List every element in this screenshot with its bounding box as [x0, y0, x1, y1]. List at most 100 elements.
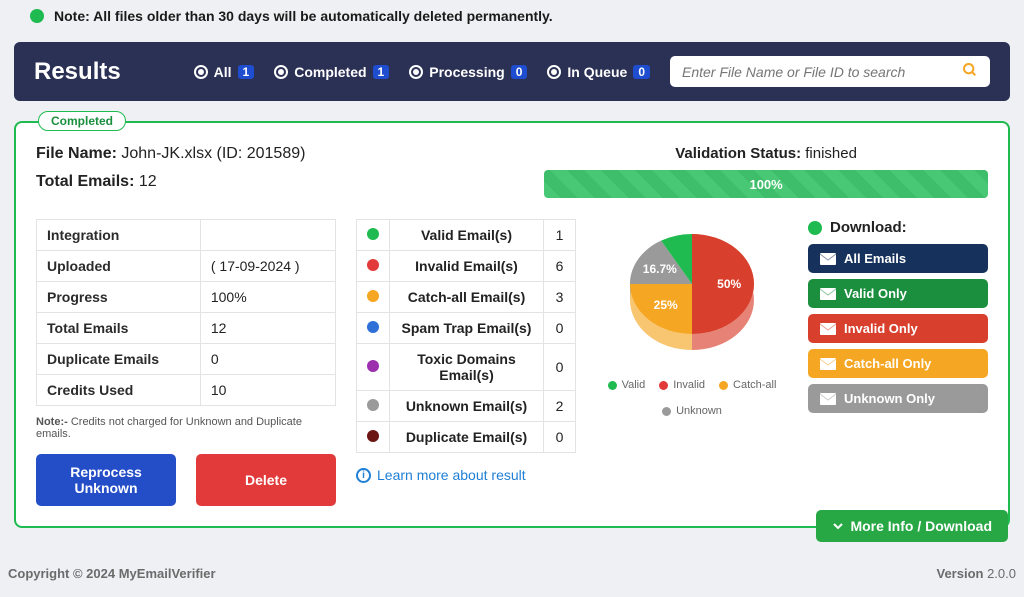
copyright: Copyright © 2024 MyEmailVerifier: [8, 566, 216, 581]
notice-dot-icon: [30, 9, 44, 23]
filter-all[interactable]: All1: [194, 64, 255, 80]
table-row: Duplicate Emails0: [37, 344, 336, 375]
table-row: Toxic Domains Email(s)0: [357, 344, 576, 391]
legend-label: Invalid: [673, 379, 705, 391]
download-invalid-only[interactable]: Invalid Only: [808, 314, 988, 343]
chart-column: 50%25%16.7% ValidInvalidCatch-allUnknown: [596, 219, 788, 417]
reprocess-button[interactable]: Reprocess Unknown: [36, 454, 176, 506]
cat-label: Valid Email(s): [390, 220, 544, 251]
footer: Copyright © 2024 MyEmailVerifier Version…: [0, 538, 1024, 591]
download-heading: Download:: [808, 219, 988, 236]
legend-label: Valid: [622, 379, 646, 391]
cat-dot: [357, 220, 390, 251]
download-column: Download: All Emails Valid Only Invalid On…: [808, 219, 988, 419]
svg-text:25%: 25%: [654, 298, 678, 312]
download-all-emails[interactable]: All Emails: [808, 244, 988, 273]
radio-icon: [547, 65, 561, 79]
legend-label: Unknown: [676, 405, 722, 417]
meta-value: 100%: [200, 282, 335, 313]
file-name-label: File Name:: [36, 145, 117, 162]
download-catch-all-only[interactable]: Catch-all Only: [808, 349, 988, 378]
download-label: Catch-all Only: [844, 356, 931, 371]
cat-count: 0: [544, 313, 576, 344]
cat-count: 1: [544, 220, 576, 251]
download-label: Invalid Only: [844, 321, 918, 336]
learn-more-text: Learn more about result: [377, 467, 526, 483]
learn-more-link[interactable]: i Learn more about result: [356, 467, 576, 483]
envelope-icon: [820, 393, 836, 404]
info-icon: i: [356, 468, 371, 483]
notice-text: Note: All files older than 30 days will …: [54, 8, 553, 24]
meta-key: Duplicate Emails: [37, 344, 201, 375]
cat-dot: [357, 313, 390, 344]
filter-processing[interactable]: Processing0: [409, 64, 527, 80]
total-emails-label: Total Emails:: [36, 173, 134, 190]
notice-bar: Note: All files older than 30 days will …: [0, 0, 1024, 42]
meta-column: IntegrationUploaded( 17-09-2024 )Progres…: [36, 219, 336, 506]
legend-dot-icon: [659, 381, 668, 390]
table-row: Integration: [37, 220, 336, 251]
cat-label: Toxic Domains Email(s): [390, 344, 544, 391]
pie-chart: 50%25%16.7%: [612, 219, 772, 369]
cat-dot: [357, 422, 390, 453]
legend-item: Unknown: [662, 405, 722, 417]
chevron-down-icon: [832, 520, 844, 532]
cat-count: 3: [544, 282, 576, 313]
table-row: Total Emails12: [37, 313, 336, 344]
cat-label: Catch-all Email(s): [390, 282, 544, 313]
table-row: Valid Email(s)1: [357, 220, 576, 251]
cat-label: Unknown Email(s): [390, 391, 544, 422]
table-row: Progress100%: [37, 282, 336, 313]
cat-label: Spam Trap Email(s): [390, 313, 544, 344]
search-box[interactable]: [670, 56, 990, 87]
delete-button[interactable]: Delete: [196, 454, 336, 506]
more-info-button[interactable]: More Info / Download: [816, 510, 1008, 542]
download-valid-only[interactable]: Valid Only: [808, 279, 988, 308]
search-icon[interactable]: [962, 62, 978, 81]
cat-count: 6: [544, 251, 576, 282]
radio-icon: [194, 65, 208, 79]
page-title: Results: [34, 58, 121, 86]
filter-label: All: [214, 64, 232, 80]
validation-status-label: Validation Status:: [675, 145, 801, 162]
filter-label: Completed: [294, 64, 366, 80]
table-row: Invalid Email(s)6: [357, 251, 576, 282]
filter-count: 0: [633, 65, 650, 79]
filter-completed[interactable]: Completed1: [274, 64, 389, 80]
legend-item: Valid: [608, 379, 646, 391]
filter-group: All1 Completed1 Processing0 In Queue0: [194, 64, 650, 80]
legend-label: Catch-all: [733, 379, 776, 391]
version: Version 2.0.0: [937, 566, 1017, 581]
cat-dot: [357, 391, 390, 422]
legend-item: Invalid: [659, 379, 705, 391]
meta-value: 10: [200, 375, 335, 406]
download-label: All Emails: [844, 251, 906, 266]
download-label: Valid Only: [844, 286, 907, 301]
file-meta: File Name: John-JK.xlsx (ID: 201589) Tot…: [36, 145, 524, 201]
progress-bar: 100%: [544, 170, 988, 198]
download-unknown-only[interactable]: Unknown Only: [808, 384, 988, 413]
table-row: Catch-all Email(s)3: [357, 282, 576, 313]
radio-icon: [274, 65, 288, 79]
filter-in-queue[interactable]: In Queue0: [547, 64, 650, 80]
envelope-icon: [820, 288, 836, 299]
cat-dot: [357, 251, 390, 282]
envelope-icon: [820, 253, 836, 264]
file-name-value: John-JK.xlsx (ID: 201589): [121, 145, 305, 162]
svg-text:16.7%: 16.7%: [643, 262, 677, 276]
meta-key: Credits Used: [37, 375, 201, 406]
search-input[interactable]: [682, 64, 962, 80]
cat-count: 2: [544, 391, 576, 422]
table-row: Uploaded( 17-09-2024 ): [37, 251, 336, 282]
cat-label: Duplicate Email(s): [390, 422, 544, 453]
meta-key: Progress: [37, 282, 201, 313]
table-row: Credits Used10: [37, 375, 336, 406]
meta-value: 0: [200, 344, 335, 375]
cat-label: Invalid Email(s): [390, 251, 544, 282]
status-tag: Completed: [38, 111, 126, 131]
total-emails-value: 12: [139, 173, 157, 190]
results-header: Results All1 Completed1 Processing0 In Queu…: [14, 42, 1010, 101]
meta-key: Integration: [37, 220, 201, 251]
legend-dot-icon: [608, 381, 617, 390]
legend-dot-icon: [719, 381, 728, 390]
